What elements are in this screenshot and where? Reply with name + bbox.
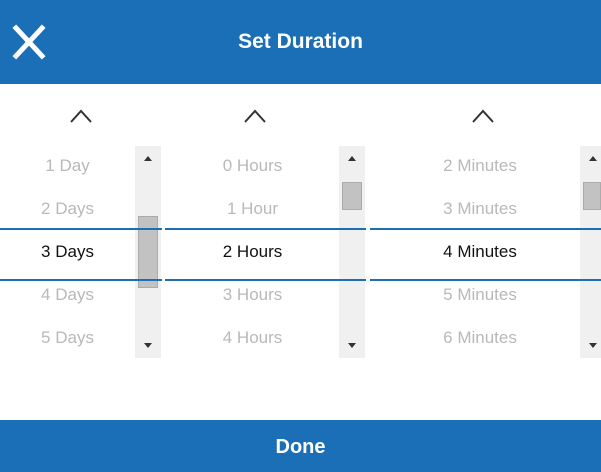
minutes-selection-line-top <box>370 228 601 230</box>
minutes-scroll-thumb[interactable] <box>583 182 601 210</box>
hours-option[interactable]: 0 Hours <box>165 152 340 180</box>
minutes-selection-line-bottom <box>370 279 601 281</box>
done-button[interactable]: Done <box>0 420 601 472</box>
hours-selection-line-top <box>165 228 366 230</box>
days-selection-line-top <box>0 228 162 230</box>
hours-selection-line-bottom <box>165 279 366 281</box>
hours-scrollbar[interactable] <box>339 146 365 358</box>
minutes-option[interactable]: 2 Minutes <box>380 152 580 180</box>
days-option-selected[interactable]: 3 Days <box>0 238 135 266</box>
minutes-option[interactable]: 5 Minutes <box>380 281 580 309</box>
scroll-down-arrow-icon[interactable] <box>580 338 601 354</box>
days-option[interactable]: 5 Days <box>0 324 135 352</box>
dialog-title: Set Duration <box>238 30 363 53</box>
dialog-header: Set Duration <box>0 0 601 84</box>
hours-option[interactable]: 1 Hour <box>165 195 340 223</box>
minutes-option-selected[interactable]: 4 Minutes <box>380 238 580 266</box>
hours-option[interactable]: 3 Hours <box>165 281 340 309</box>
scroll-down-arrow-icon[interactable] <box>339 338 365 354</box>
days-scroll-thumb[interactable] <box>138 216 158 288</box>
hours-scroll-thumb[interactable] <box>342 182 362 210</box>
days-option[interactable]: 4 Days <box>0 281 135 309</box>
hours-option-selected[interactable]: 2 Hours <box>165 238 340 266</box>
days-selection-line-bottom <box>0 279 162 281</box>
days-option[interactable]: 2 Days <box>0 195 135 223</box>
minutes-chevron-up-icon[interactable] <box>471 108 495 124</box>
scroll-up-arrow-icon[interactable] <box>135 150 161 166</box>
minutes-scrollbar[interactable] <box>580 146 601 358</box>
scroll-down-arrow-icon[interactable] <box>135 338 161 354</box>
minutes-option[interactable]: 6 Minutes <box>380 324 580 352</box>
hours-chevron-up-icon[interactable] <box>243 108 267 124</box>
days-scrollbar[interactable] <box>135 146 161 358</box>
hours-option[interactable]: 4 Hours <box>165 324 340 352</box>
scroll-up-arrow-icon[interactable] <box>580 150 601 166</box>
minutes-option[interactable]: 3 Minutes <box>380 195 580 223</box>
close-icon[interactable] <box>11 23 47 61</box>
days-chevron-up-icon[interactable] <box>69 108 93 124</box>
days-option[interactable]: 1 Day <box>0 152 135 180</box>
scroll-up-arrow-icon[interactable] <box>339 150 365 166</box>
